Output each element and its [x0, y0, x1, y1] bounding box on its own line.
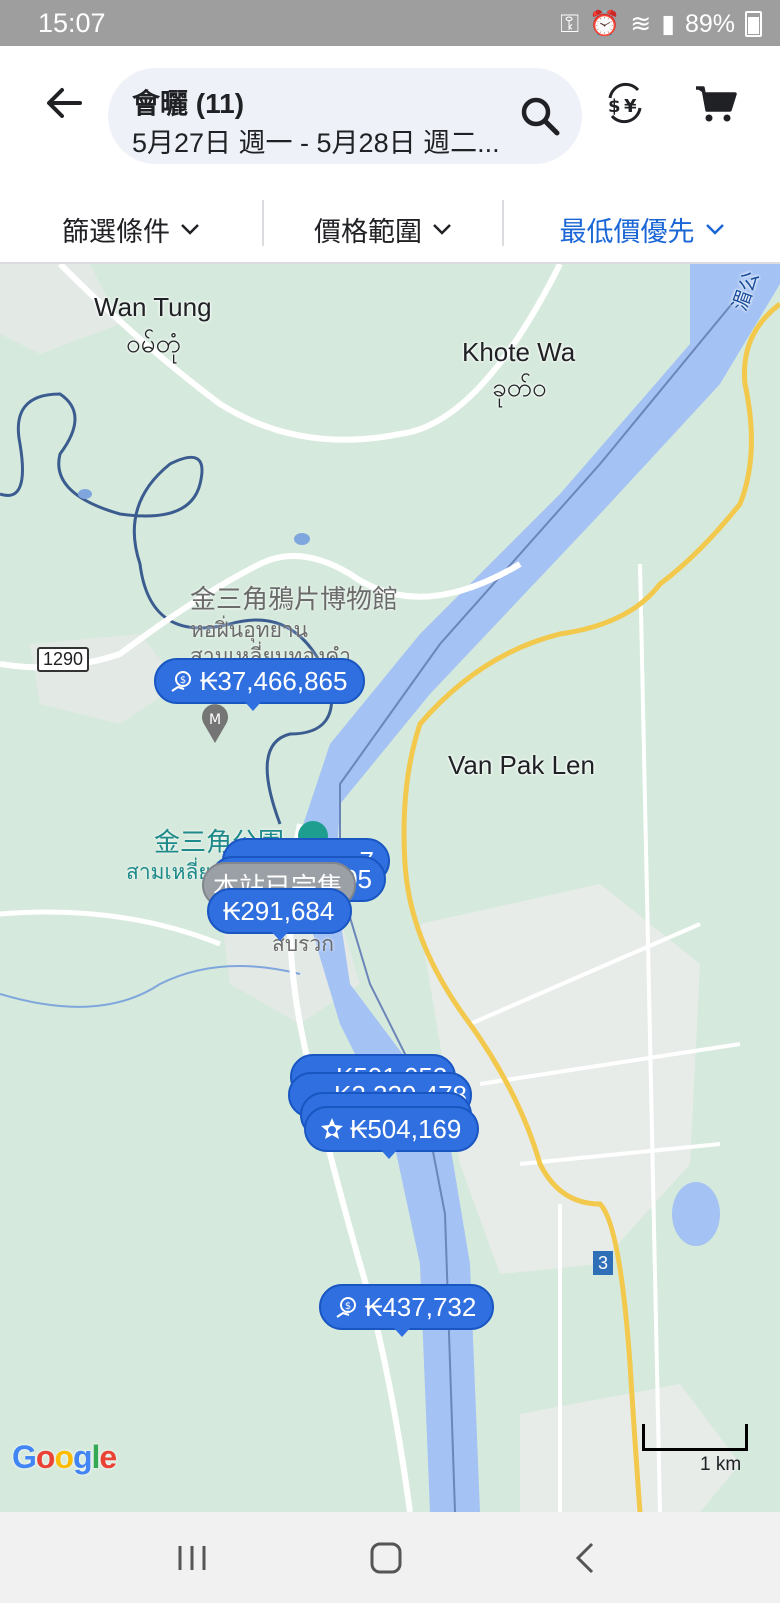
search-dates: 5月27日 週一 - 5月28日 週二... [132, 128, 500, 158]
museum-marker-icon[interactable]: M [200, 702, 230, 744]
map-label-wan-tung-local: ဝမ်တုံ [126, 328, 181, 358]
back-arrow-icon[interactable] [40, 78, 90, 128]
price-pin[interactable]: $ ₭37,466,865 [154, 658, 366, 711]
pin-tail [393, 1327, 411, 1337]
signal-icon: ▮ [661, 10, 675, 38]
wifi-icon: ≋ [630, 10, 652, 38]
status-icons: ⚿ ⏰ ≋ ▮ 89% [560, 9, 762, 39]
star-badge-icon [321, 1118, 343, 1139]
pin-tail [380, 1149, 398, 1159]
search-summary-pill[interactable]: 會曬 (11) 5月27日 週一 - 5月28日 週二... [108, 68, 582, 164]
map-scale-bar [642, 1424, 748, 1451]
map-view[interactable]: Wan Tung ဝမ်တုံ Khote Wa ခုတ်ဝ Van Pak L… [0, 264, 780, 1512]
map-label-khote-wa: Khote Wa [462, 337, 576, 367]
status-bar: 15:07 ⚿ ⏰ ≋ ▮ 89% [0, 0, 780, 46]
back-nav-icon[interactable] [566, 1540, 606, 1576]
system-navigation-bar [0, 1512, 780, 1603]
svg-text:$: $ [345, 1301, 351, 1312]
cart-icon[interactable] [694, 82, 738, 126]
price-pin[interactable]: $ ₭437,732 [319, 1284, 495, 1337]
app-header: 會曬 (11) 5月27日 週一 - 5月28日 週二... $ ¥ [0, 46, 780, 196]
currency-exchange-icon[interactable]: $ ¥ [602, 80, 648, 126]
price-pin[interactable]: ₭291,684 [207, 888, 353, 941]
map-label-wan-tung: Wan Tung [94, 292, 212, 322]
price-range-label: 價格範圍 [314, 216, 422, 247]
price-pin-label: ₭504,169 [350, 1113, 462, 1144]
chevron-down-icon [705, 224, 724, 235]
deal-icon: $ [171, 671, 191, 692]
map-label-van-pak-len: Van Pak Len [448, 750, 595, 780]
map-scale-label: 1 km [700, 1454, 742, 1475]
deal-icon: $ [336, 1297, 356, 1318]
search-icon[interactable] [518, 94, 562, 138]
pin-tail [271, 931, 289, 941]
route-1290-shield: 1290 [37, 647, 90, 672]
map-label-park-thai: สามเหลี่ย [126, 861, 211, 884]
price-pin-label: ₭291,684 [223, 895, 335, 926]
map-label-museum: 金三角鴉片博物館 [190, 584, 399, 614]
price-range-button[interactable]: 價格範圍 [264, 196, 502, 262]
price-pin-label: ₭37,466,865 [200, 665, 348, 696]
alarm-icon: ⏰ [589, 9, 621, 38]
filter-bar: 篩選條件 價格範圍 最低價優先 [0, 196, 780, 264]
sort-lowest-price-button[interactable]: 最低價優先 [504, 196, 780, 262]
status-time: 15:07 [38, 8, 106, 38]
svg-text:$: $ [608, 96, 621, 117]
sort-label: 最低價優先 [559, 216, 695, 247]
svg-text:¥: ¥ [624, 96, 637, 117]
filter-conditions-label: 篩選條件 [62, 216, 170, 247]
search-destination: 會曬 (11) [132, 88, 245, 119]
battery-percent: 89% [684, 9, 735, 38]
chevron-down-icon [181, 224, 199, 235]
price-pin-label: ₭437,732 [365, 1291, 477, 1322]
route-3-shield: 3 [593, 1251, 613, 1275]
map-label-khote-wa-local: ခုတ်ဝ [492, 372, 547, 402]
chevron-down-icon [433, 224, 451, 235]
battery-icon [745, 11, 762, 37]
svg-text:M: M [209, 712, 221, 728]
svg-text:$: $ [180, 675, 186, 686]
recent-apps-icon[interactable] [172, 1540, 212, 1576]
key-icon: ⚿ [560, 9, 580, 38]
filter-conditions-button[interactable]: 篩選條件 [0, 196, 262, 262]
pin-tail [244, 701, 262, 711]
google-attribution: Google [12, 1439, 117, 1475]
price-pin[interactable]: ₭504,169 [304, 1106, 480, 1159]
home-icon[interactable] [366, 1540, 406, 1576]
